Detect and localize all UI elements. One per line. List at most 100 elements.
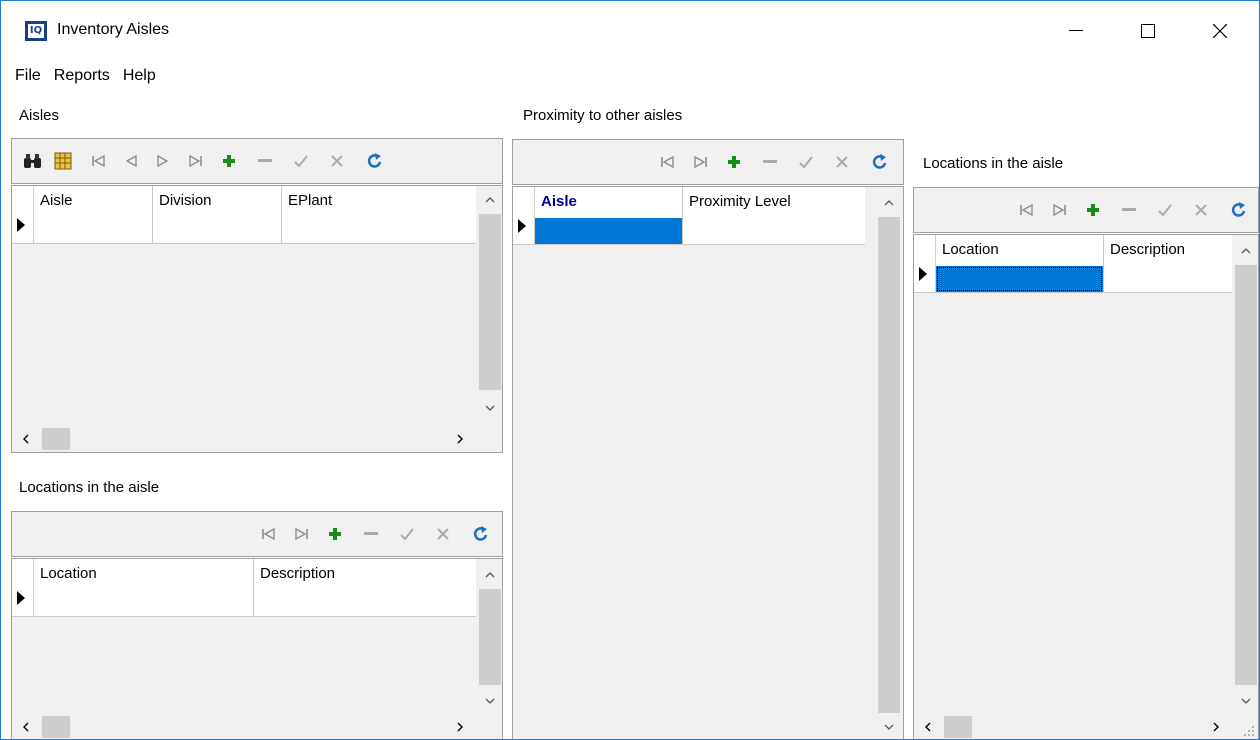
scroll-right-icon[interactable]	[448, 714, 472, 739]
maximize-button[interactable]	[1125, 11, 1171, 51]
scroll-down-icon[interactable]	[477, 396, 502, 420]
size-grip-icon[interactable]	[1232, 714, 1258, 739]
last-record-button[interactable]	[1044, 195, 1074, 225]
refresh-button[interactable]	[1224, 195, 1254, 225]
scroll-up-icon[interactable]	[477, 188, 502, 212]
first-record-button[interactable]	[254, 519, 284, 549]
proximity-vertical-scrollbar[interactable]	[875, 187, 903, 739]
h-scroll-thumb[interactable]	[42, 716, 70, 738]
insert-button[interactable]	[320, 519, 350, 549]
scroll-left-icon[interactable]	[14, 426, 38, 452]
scroll-thumb[interactable]	[479, 214, 501, 390]
minus-icon	[763, 160, 777, 163]
refresh-button[interactable]	[865, 147, 895, 177]
proximity-locations-horizontal-scrollbar[interactable]	[914, 714, 1232, 739]
plus-icon	[1087, 204, 1099, 216]
delete-button[interactable]	[1114, 195, 1144, 225]
aisles-horizontal-scrollbar[interactable]	[12, 426, 476, 452]
column-description[interactable]: Description	[1104, 235, 1232, 292]
column-eplant[interactable]: EPlant	[282, 186, 476, 243]
column-eplant-label: EPlant	[288, 192, 333, 209]
h-scroll-thumb[interactable]	[944, 716, 972, 738]
proximity-grid[interactable]: Aisle Proximity Level	[512, 186, 904, 739]
cancel-button[interactable]	[1186, 195, 1216, 225]
column-description[interactable]: Description	[254, 559, 476, 616]
post-button[interactable]	[1150, 195, 1180, 225]
delete-button[interactable]	[250, 146, 280, 176]
insert-button[interactable]	[1078, 195, 1108, 225]
selected-cell[interactable]	[936, 266, 1103, 292]
delete-button[interactable]	[755, 147, 785, 177]
minus-icon	[1122, 208, 1136, 211]
app-window: IQ Inventory Aisles File Reports Help Ai…	[0, 0, 1260, 740]
scroll-thumb[interactable]	[1235, 265, 1257, 685]
h-scroll-thumb[interactable]	[42, 428, 70, 450]
post-button[interactable]	[791, 147, 821, 177]
last-record-icon	[295, 528, 308, 540]
menu-file[interactable]: File	[15, 67, 41, 85]
first-record-button[interactable]	[1012, 195, 1042, 225]
next-record-button[interactable]	[148, 146, 178, 176]
menu-reports[interactable]: Reports	[54, 67, 110, 85]
refresh-button[interactable]	[360, 146, 390, 176]
x-icon	[1195, 204, 1207, 216]
scroll-down-icon[interactable]	[477, 689, 502, 713]
last-record-button[interactable]	[286, 519, 316, 549]
column-description-label: Description	[1110, 241, 1186, 258]
scroll-up-icon[interactable]	[1233, 239, 1258, 263]
cancel-button[interactable]	[827, 147, 857, 177]
close-button[interactable]	[1197, 11, 1243, 51]
scroll-right-icon[interactable]	[1204, 714, 1228, 739]
app-logo-icon: IQ	[25, 21, 47, 41]
last-record-button[interactable]	[180, 146, 210, 176]
scroll-down-icon[interactable]	[876, 715, 902, 739]
binoculars-icon	[24, 154, 41, 168]
column-aisle[interactable]: Aisle	[535, 187, 683, 244]
column-location[interactable]: Location	[936, 235, 1104, 292]
aisles-vertical-scrollbar[interactable]	[476, 186, 502, 426]
scroll-left-icon[interactable]	[14, 714, 38, 739]
aisles-title-label: Aisles	[19, 106, 60, 124]
last-record-button[interactable]	[685, 147, 715, 177]
post-button[interactable]	[286, 146, 316, 176]
row-indicator	[12, 559, 34, 616]
scroll-down-icon[interactable]	[1233, 689, 1258, 713]
aisle-locations-grid[interactable]: Location Description	[11, 558, 503, 739]
insert-button[interactable]	[214, 146, 244, 176]
check-icon	[799, 156, 813, 168]
cancel-button[interactable]	[322, 146, 352, 176]
cancel-button[interactable]	[428, 519, 458, 549]
column-location[interactable]: Location	[34, 559, 254, 616]
first-record-button[interactable]	[653, 147, 683, 177]
aisle-locations-panel-title: Locations in the aisle	[9, 465, 503, 509]
scroll-right-icon[interactable]	[448, 426, 472, 452]
search-button[interactable]	[18, 146, 48, 176]
first-record-button[interactable]	[84, 146, 114, 176]
prior-record-button[interactable]	[116, 146, 146, 176]
grid-view-button[interactable]	[48, 146, 78, 176]
delete-button[interactable]	[356, 519, 386, 549]
prior-record-icon	[125, 155, 137, 167]
aisle-locations-horizontal-scrollbar[interactable]	[12, 714, 476, 739]
scroll-left-icon[interactable]	[916, 714, 940, 739]
scroll-up-icon[interactable]	[876, 191, 902, 215]
menu-help[interactable]: Help	[123, 67, 156, 85]
selected-cell[interactable]	[535, 218, 682, 244]
scroll-thumb[interactable]	[878, 217, 900, 713]
insert-button[interactable]	[719, 147, 749, 177]
scroll-thumb[interactable]	[479, 589, 501, 685]
proximity-locations-vertical-scrollbar[interactable]	[1232, 235, 1258, 714]
scroll-up-icon[interactable]	[477, 563, 502, 587]
maximize-icon	[1141, 24, 1155, 38]
column-division[interactable]: Division	[153, 186, 282, 243]
corner	[476, 426, 502, 452]
refresh-button[interactable]	[466, 519, 496, 549]
minimize-button[interactable]	[1053, 11, 1099, 51]
aisle-locations-vertical-scrollbar[interactable]	[476, 559, 502, 714]
column-aisle[interactable]: Aisle	[34, 186, 153, 243]
column-proximity-level[interactable]: Proximity Level	[683, 187, 863, 244]
aisles-grid[interactable]: Aisle Division EPlant	[11, 185, 503, 453]
column-description-label: Description	[260, 565, 336, 582]
proximity-locations-grid[interactable]: Location Description	[913, 234, 1259, 739]
post-button[interactable]	[392, 519, 422, 549]
